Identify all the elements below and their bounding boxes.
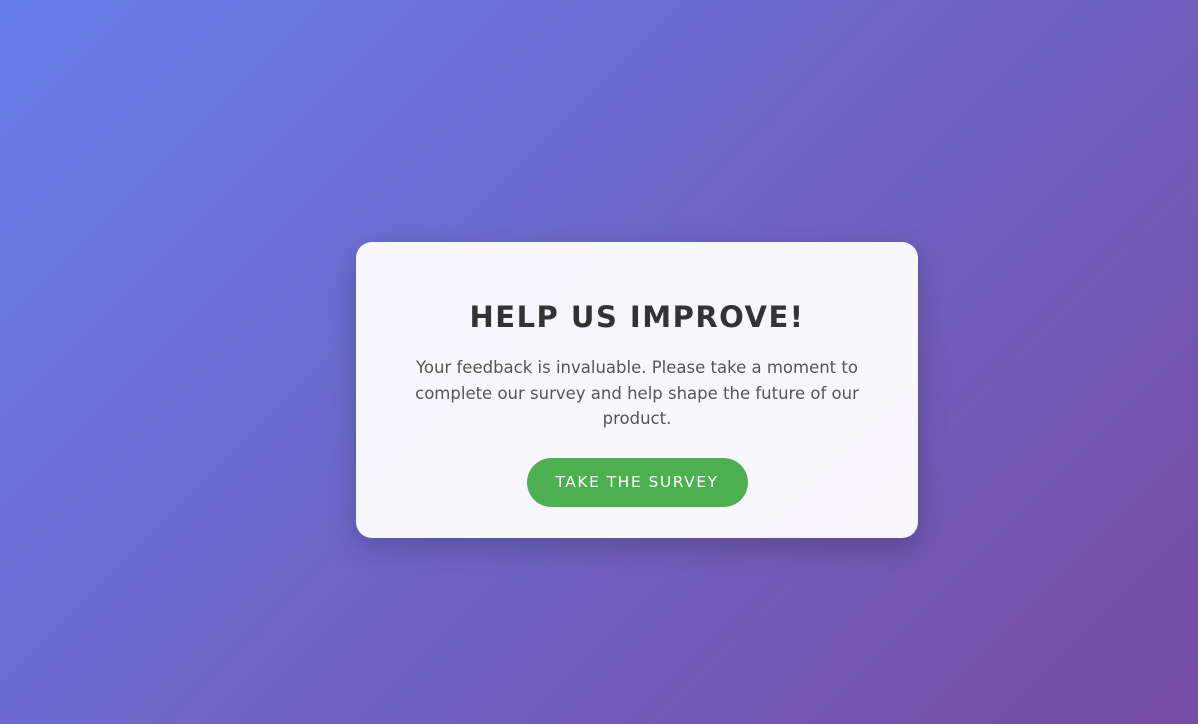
take-survey-button[interactable]: TAKE THE SURVEY bbox=[526, 457, 748, 507]
survey-title: HELP US IMPROVE! bbox=[469, 300, 805, 334]
survey-message: Your feedback is invaluable. Please take… bbox=[415, 358, 859, 428]
survey-card: HELP US IMPROVE! Your feedback is invalu… bbox=[356, 242, 918, 538]
